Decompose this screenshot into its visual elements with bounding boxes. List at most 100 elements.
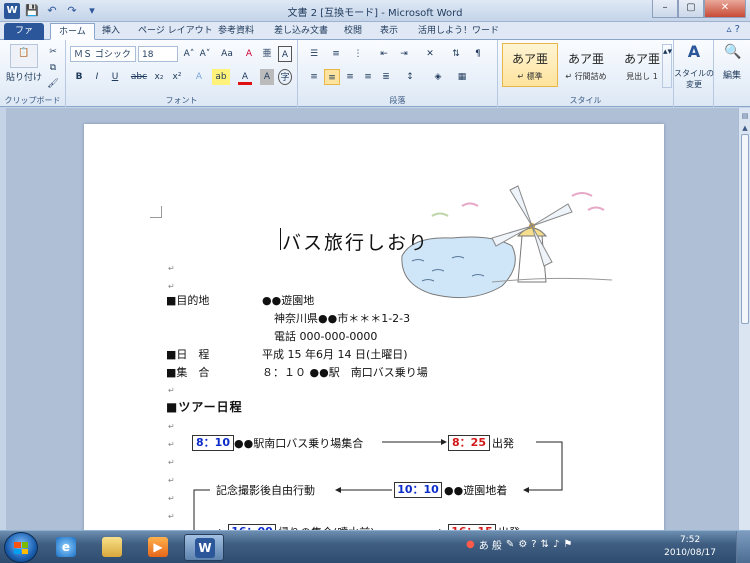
find-icon[interactable]: 🔍 xyxy=(724,44,741,64)
change-styles-button[interactable]: スタイルの変更 xyxy=(674,68,714,92)
align-center-icon[interactable]: ≡ xyxy=(324,69,340,85)
style-normal[interactable]: あア亜 ↵ 標準 xyxy=(502,43,558,87)
paste-button[interactable]: 貼り付け xyxy=(4,70,44,86)
tab-insert[interactable]: 挿入 xyxy=(94,23,128,40)
enclose-char-button[interactable]: 字 xyxy=(278,69,292,85)
scroll-up-icon[interactable]: ▲ xyxy=(739,122,750,134)
tab-home[interactable]: ホーム xyxy=(50,23,95,40)
font-name-combo[interactable]: ＭＳ ゴシック xyxy=(70,46,136,62)
multilevel-list-icon[interactable]: ⋮ xyxy=(350,46,366,62)
taskbar-word-button[interactable]: W xyxy=(184,534,224,561)
font-color-button[interactable]: A xyxy=(238,69,252,85)
bullets-icon[interactable]: ☰ xyxy=(306,46,322,62)
help-icon[interactable]: ▵ ? xyxy=(726,24,740,35)
show-marks-icon[interactable]: ¶ xyxy=(470,46,486,62)
flag-tray-icon[interactable]: ⚑ xyxy=(563,539,572,550)
italic-button[interactable]: I xyxy=(90,69,104,85)
font-group-label: フォント xyxy=(165,96,198,105)
scroll-thumb[interactable] xyxy=(741,134,749,324)
borders-icon[interactable]: ▦ xyxy=(454,69,470,85)
decrease-indent-icon[interactable]: ⇤ xyxy=(376,46,392,62)
strikethrough-button[interactable]: abc xyxy=(130,69,148,85)
taskbar-ie-button[interactable]: e xyxy=(46,534,86,561)
window-controls: – ▢ ✕ xyxy=(652,0,746,18)
ime-tray: ● あ 般 ✎ ⚙ ? ⇅ ♪ ⚑ xyxy=(466,537,572,552)
schedule-text: ●●遊園地着 xyxy=(444,484,508,497)
cut-icon[interactable]: ✂ xyxy=(46,44,60,60)
taskbar-media-button[interactable]: ▶ xyxy=(138,534,178,561)
sort-icon[interactable]: ⇅ xyxy=(448,46,464,62)
taskbar-explorer-button[interactable] xyxy=(92,534,132,561)
system-clock[interactable]: 7:52 2010/08/17 xyxy=(664,534,716,560)
text-effects-button[interactable]: A xyxy=(192,69,206,85)
change-styles-icon[interactable]: A xyxy=(682,44,706,64)
tab-view[interactable]: 表示 xyxy=(372,23,406,40)
subscript-button[interactable]: x₂ xyxy=(152,69,166,85)
schedule-time: 8：25 xyxy=(448,435,490,451)
ruby-button[interactable]: 亜 xyxy=(260,46,274,62)
style-name: 見出し 1 xyxy=(626,72,658,81)
change-case-button[interactable]: Aa xyxy=(218,46,236,62)
tab-page-layout[interactable]: ページ レイアウト xyxy=(130,23,221,40)
underline-button[interactable]: U xyxy=(108,69,122,85)
shrink-font-button[interactable]: A˅ xyxy=(198,46,212,62)
change-styles-group: A スタイルの変更 xyxy=(674,40,714,107)
superscript-button[interactable]: x² xyxy=(170,69,184,85)
vertical-scrollbar[interactable]: ▤ ▲ xyxy=(738,108,750,530)
network-icon[interactable]: ⇅ xyxy=(541,539,549,550)
bold-button[interactable]: B xyxy=(72,69,86,85)
asian-layout-icon[interactable]: ✕ xyxy=(422,46,438,62)
volume-icon[interactable]: ♪ xyxy=(553,539,559,550)
shading-icon[interactable]: ◈ xyxy=(430,69,446,85)
font-size-combo[interactable]: 18 xyxy=(138,46,178,62)
numbering-icon[interactable]: ≡ xyxy=(328,46,344,62)
ribbon-home: 📋 貼り付け ✂ ⧉ 🖌 クリップボード ＭＳ ゴシック 18 A˄ A˅ Aa… xyxy=(0,40,750,107)
ime-tools-icon[interactable]: ⚙ xyxy=(518,539,527,550)
char-border-button[interactable]: A xyxy=(278,46,292,62)
document-page[interactable]: バス旅行しおり ↵ ↵ ■目的地 ●●遊園地 神奈川県●●市＊＊＊1-2-3 電… xyxy=(84,124,664,534)
ruler-toggle-icon[interactable]: ▤ xyxy=(739,110,750,122)
style-no-spacing[interactable]: あア亜 ↵ 行間詰め xyxy=(558,43,614,87)
tab-references[interactable]: 参考資料 xyxy=(210,23,262,40)
align-left-icon[interactable]: ≡ xyxy=(306,69,322,85)
start-button[interactable] xyxy=(4,532,38,563)
tab-review[interactable]: 校閲 xyxy=(336,23,370,40)
align-right-icon[interactable]: ≡ xyxy=(342,69,358,85)
grow-font-button[interactable]: A˄ xyxy=(182,46,196,62)
styles-group: あア亜 ↵ 標準 あア亜 ↵ 行間詰め あア亜 見出し 1 ▴▾ スタイル xyxy=(498,40,674,107)
taskbar: e ▶ W ● あ 般 ✎ ⚙ ? ⇅ ♪ ⚑ 7:52 2010/08/17 xyxy=(0,530,750,563)
styles-more-icon[interactable]: ▴▾ xyxy=(662,44,672,88)
styles-group-label: スタイル xyxy=(569,96,602,105)
copy-icon[interactable]: ⧉ xyxy=(46,60,60,76)
schedule-time: 10：10 xyxy=(394,482,442,498)
show-desktop-button[interactable] xyxy=(736,531,750,563)
maximize-button[interactable]: ▢ xyxy=(678,0,704,18)
increase-indent-icon[interactable]: ⇥ xyxy=(396,46,412,62)
justify-icon[interactable]: ≡ xyxy=(360,69,376,85)
char-shading-button[interactable]: A xyxy=(260,69,274,85)
schedule-text: 記念撮影後自由行動 xyxy=(216,484,315,497)
left-margin-strip xyxy=(0,108,6,530)
style-sample: あア亜 xyxy=(623,52,660,66)
editing-button[interactable]: 編集 xyxy=(714,68,750,84)
ime-help-icon[interactable]: ? xyxy=(531,539,536,550)
tab-file[interactable]: ファイル xyxy=(4,23,44,52)
tab-mailings[interactable]: 差し込み文書 xyxy=(266,23,336,40)
internet-explorer-icon: e xyxy=(56,537,76,557)
distribute-icon[interactable]: ≣ xyxy=(378,69,394,85)
style-name: ↵ 標準 xyxy=(517,72,543,81)
paste-icon[interactable]: 📋 xyxy=(10,44,38,68)
ime-mode[interactable]: あ 般 xyxy=(479,537,502,552)
paragraph-group-label: 段落 xyxy=(389,96,406,105)
highlight-button[interactable]: ab xyxy=(212,69,230,85)
line-spacing-icon[interactable]: ↕ xyxy=(402,69,418,85)
format-painter-icon[interactable]: 🖌 xyxy=(46,76,60,92)
tab-word-tips[interactable]: 活用しよう！ワード xyxy=(410,23,507,40)
ime-icon[interactable]: ● xyxy=(466,539,475,550)
ime-pad-icon[interactable]: ✎ xyxy=(506,539,514,550)
close-button[interactable]: ✕ xyxy=(704,0,746,18)
schedule-text: ●●駅南口バス乗り場集合 xyxy=(234,437,364,450)
clock-time: 7:52 xyxy=(679,535,701,545)
minimize-button[interactable]: – xyxy=(652,0,678,18)
clear-format-button[interactable]: A xyxy=(242,46,256,62)
